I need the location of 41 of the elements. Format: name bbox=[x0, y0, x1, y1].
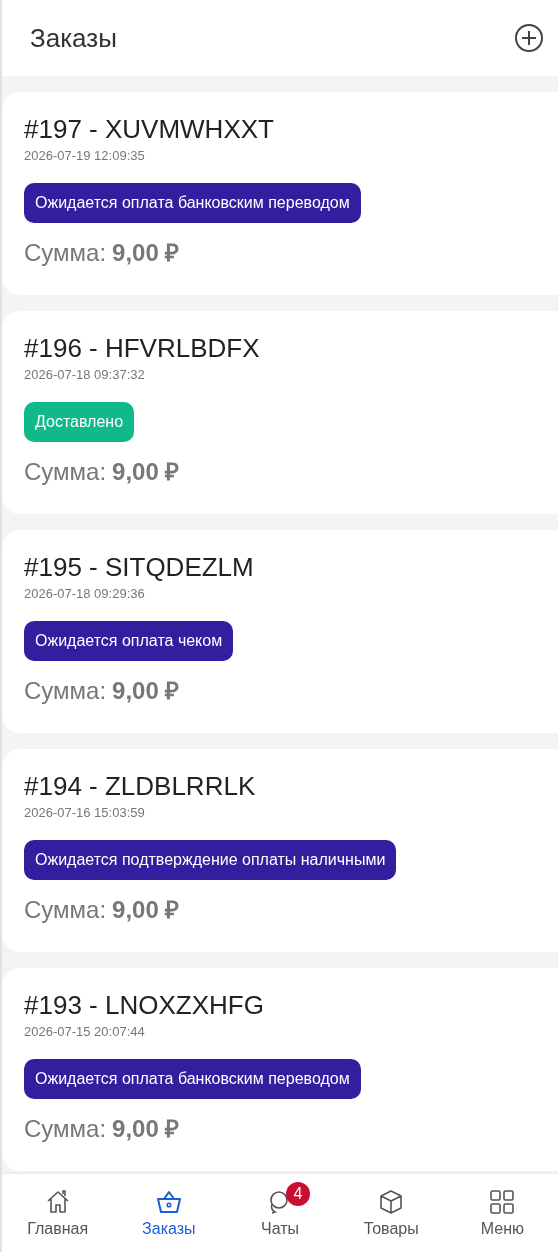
add-icon bbox=[514, 23, 544, 53]
status-badge: Ожидается оплата чеком bbox=[24, 621, 234, 661]
unread-badge: 4 bbox=[286, 1182, 310, 1206]
sum-label: Сумма: bbox=[24, 458, 107, 485]
nav-tab[interactable]: Меню bbox=[446, 1174, 558, 1252]
order-card[interactable]: #196 - HFVRLBDFX 2026-07-18 09:37:32 Доставлено Сумма: 9,00 ₽ bbox=[2, 311, 558, 514]
sum-value: 9,00 ₽ bbox=[112, 458, 180, 485]
order-title: #193 - LNOXZXHFG bbox=[24, 990, 265, 1020]
order-date: 2026-07-18 09:37:32 bbox=[24, 367, 146, 382]
order-card[interactable]: #197 - XUVMWHXXT 2026-07-19 12:09:35 Ожидается оплата банковским переводом Сумма: 9,00 ₽ bbox=[2, 92, 558, 295]
status-badge: Доставлено bbox=[24, 402, 135, 442]
sum-value: 9,00 ₽ bbox=[112, 896, 180, 923]
order-card[interactable]: #195 - SITQDEZLM 2026-07-18 09:29:36 Ожидается оплата чеком Сумма: 9,00 ₽ bbox=[2, 530, 558, 733]
status-badge: Ожидается подтверждение оплаты наличными bbox=[24, 840, 397, 880]
sum-label: Сумма: bbox=[24, 1115, 107, 1142]
sum-value: 9,00 ₽ bbox=[112, 677, 180, 704]
order-title: #197 - XUVMWHXXT bbox=[24, 114, 275, 144]
nav-tab[interactable]: Товары bbox=[335, 1174, 447, 1252]
sum-value: 9,00 ₽ bbox=[112, 239, 180, 266]
sum-label: Сумма: bbox=[24, 239, 107, 266]
sum-value: 9,00 ₽ bbox=[112, 1115, 180, 1142]
order-title: #195 - SITQDEZLM bbox=[24, 552, 255, 582]
grid-icon bbox=[488, 1188, 517, 1216]
status-badge: Ожидается оплата банковским переводом bbox=[24, 183, 361, 223]
basket-icon bbox=[154, 1188, 183, 1216]
page-title: Заказы bbox=[30, 22, 117, 54]
status-badge: Ожидается оплата банковским переводом bbox=[24, 1059, 361, 1099]
order-date: 2026-07-19 12:09:35 bbox=[24, 148, 146, 163]
nav-tab[interactable]: Главная bbox=[2, 1174, 114, 1252]
add-button[interactable] bbox=[514, 23, 544, 53]
order-date: 2026-07-15 20:07:44 bbox=[24, 1024, 146, 1039]
order-title: #194 - ZLDBLRRLK bbox=[24, 771, 257, 801]
nav-tab[interactable]: 4 Чаты bbox=[224, 1174, 336, 1252]
sum-label: Сумма: bbox=[24, 677, 107, 704]
order-title: #196 - HFVRLBDFX bbox=[24, 333, 261, 363]
nav-tab[interactable]: Заказы bbox=[113, 1174, 225, 1252]
order-date: 2026-07-16 15:03:59 bbox=[24, 805, 146, 820]
sum-label: Сумма: bbox=[24, 896, 107, 923]
order-card[interactable]: #194 - ZLDBLRRLK 2026-07-16 15:03:59 Ожидается подтверждение оплаты наличными Сумма: 9,00 ₽ bbox=[2, 749, 558, 952]
order-card[interactable]: #193 - LNOXZXHFG 2026-07-15 20:07:44 Ожидается оплата банковским переводом Сумма: 9,00 ₽ bbox=[2, 968, 558, 1171]
order-date: 2026-07-18 09:29:36 bbox=[24, 586, 146, 601]
